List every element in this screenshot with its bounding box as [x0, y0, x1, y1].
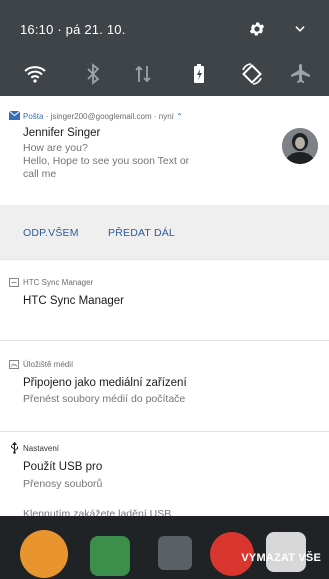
sync-manager-icon [9, 278, 19, 287]
notification-text: Přenosy souborů [23, 478, 103, 490]
mobile-data-icon[interactable] [131, 62, 155, 86]
forward-button[interactable]: PŘEDAT DÁL [108, 227, 175, 239]
chevron-down-icon[interactable] [293, 22, 307, 36]
auto-rotate-icon[interactable] [240, 62, 264, 86]
mail-preview-line2: call me [23, 168, 57, 180]
notification-text: Přenést soubory médií do počítače [23, 393, 186, 405]
notification-panel: Pošta · jsinger200@googlemail.com · nyní… [0, 96, 329, 516]
media-storage-notification[interactable]: Úložiště médií Připojeno jako mediální z… [0, 341, 329, 431]
app-drawer-icon[interactable] [158, 536, 192, 570]
app-name: Úložiště médií [23, 360, 74, 369]
htc-sync-notification[interactable]: HTC Sync Manager HTC Sync Manager [0, 260, 329, 340]
app-name: HTC Sync Manager [23, 278, 94, 287]
home-screen-dock [0, 516, 329, 579]
usb-debug-text: Klepnutím zakážete ladění USB. [23, 508, 175, 516]
notification-title: HTC Sync Manager [23, 295, 124, 307]
app-name: Nastavení [23, 444, 60, 453]
clear-all-button[interactable]: VYMAZAT VŠE [241, 552, 321, 564]
time-date: 16:10 · pá 21. 10. [20, 22, 126, 37]
avatar [282, 128, 318, 164]
notification-header: Pošta · jsinger200@googlemail.com · nyní… [23, 112, 183, 121]
chevron-up-icon[interactable]: ⌃ [176, 112, 183, 121]
mail-subject: How are you? [23, 142, 88, 154]
battery-saver-icon[interactable] [187, 62, 211, 86]
quick-settings-header: 16:10 · pá 21. 10. [0, 0, 329, 96]
notification-meta: · jsinger200@googlemail.com · nyní [43, 112, 174, 121]
wifi-icon[interactable] [23, 62, 47, 86]
person-icon [282, 128, 318, 164]
messages-app-icon[interactable] [90, 536, 130, 576]
mail-icon [9, 111, 20, 120]
mail-actions: ODP.VŠEM PŘEDAT DÁL [0, 205, 329, 259]
usb-icon [11, 442, 18, 454]
notification-title: Připojeno jako mediální zařízení [23, 377, 187, 389]
gear-icon[interactable] [248, 20, 266, 38]
usb-settings-notification[interactable]: Nastavení Použít USB pro Přenosy souborů [0, 432, 329, 516]
bluetooth-icon[interactable] [81, 62, 105, 86]
storage-icon [9, 360, 19, 369]
notification-title: Použít USB pro [23, 461, 103, 473]
mail-preview-line1: Hello, Hope to see you soon Text or [23, 155, 190, 167]
mail-sender: Jennifer Singer [23, 127, 101, 139]
quick-settings-row [0, 62, 329, 86]
airplane-mode-icon[interactable] [289, 62, 313, 86]
phone-app-icon[interactable] [20, 530, 68, 578]
mail-notification[interactable]: Pošta · jsinger200@googlemail.com · nyní… [0, 96, 329, 259]
reply-all-button[interactable]: ODP.VŠEM [23, 227, 79, 239]
app-name: Pošta [23, 112, 44, 121]
